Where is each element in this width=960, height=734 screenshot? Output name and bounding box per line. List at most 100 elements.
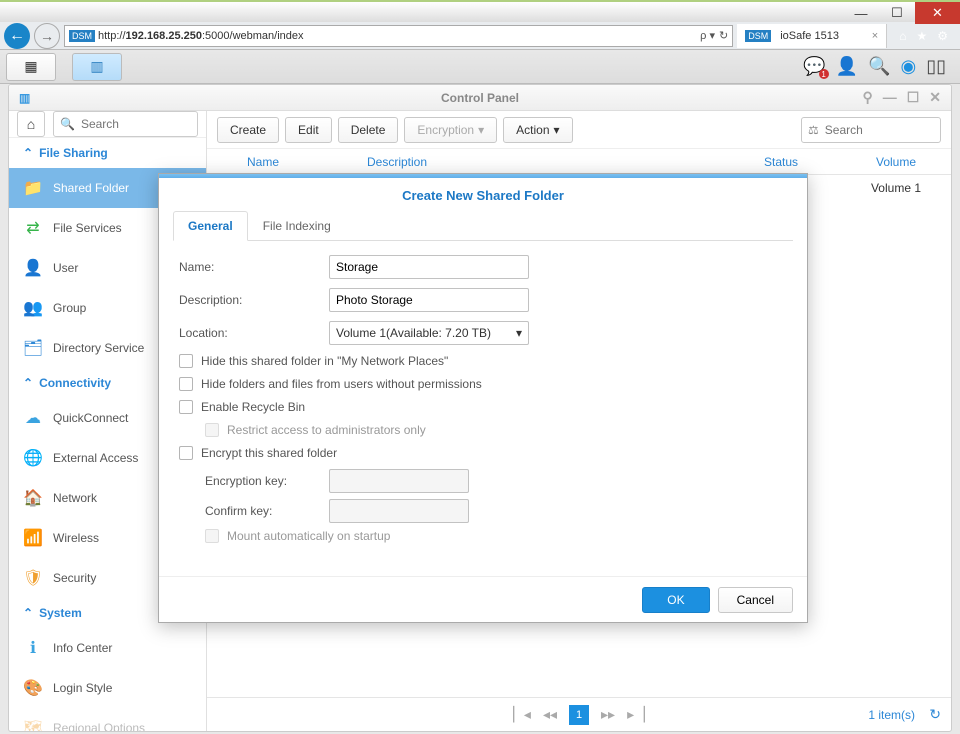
- search-icon: 🔍: [60, 117, 75, 131]
- filter-icon: ⚖: [808, 123, 819, 137]
- modal-footer: OK Cancel: [159, 576, 807, 622]
- recycle-checkbox-row[interactable]: Enable Recycle Bin: [179, 400, 787, 414]
- tools-icon[interactable]: ⚙: [937, 29, 948, 43]
- dsm-window-button[interactable]: ▥: [72, 53, 122, 81]
- pager-current[interactable]: 1: [569, 705, 589, 725]
- description-label: Description:: [179, 293, 329, 307]
- action-button[interactable]: Action ▾: [503, 117, 572, 143]
- delete-button[interactable]: Delete: [338, 117, 399, 143]
- sidebar-item-regional-options[interactable]: 🗺Regional Options: [9, 708, 206, 732]
- ok-button[interactable]: OK: [642, 587, 709, 613]
- col-header-description[interactable]: Description: [367, 155, 711, 169]
- sidebar-group-file-sharing[interactable]: ⌃File Sharing: [9, 138, 206, 168]
- name-label: Name:: [179, 260, 329, 274]
- nav-forward-button[interactable]: →: [34, 23, 60, 49]
- encrypt-checkbox-row[interactable]: Encrypt this shared folder: [179, 446, 787, 460]
- name-input[interactable]: [329, 255, 529, 279]
- sidebar-item-info-center[interactable]: ℹInfo Center: [9, 628, 206, 668]
- pager-count: 1 item(s): [868, 708, 915, 722]
- modal-body: Name: Description: Location: Volume 1(Av…: [159, 241, 807, 576]
- user-icon: 👤: [23, 258, 43, 278]
- site-badge-icon: DSM: [69, 30, 95, 42]
- create-button[interactable]: Create: [217, 117, 279, 143]
- user-icon[interactable]: 👤: [836, 56, 858, 77]
- col-header-volume[interactable]: Volume: [851, 155, 941, 169]
- checkbox[interactable]: [179, 377, 193, 391]
- cp-close-icon[interactable]: ✕: [929, 89, 941, 106]
- description-input[interactable]: [329, 288, 529, 312]
- tab-close-icon[interactable]: ×: [872, 30, 878, 42]
- search-icon[interactable]: 🔍: [868, 56, 890, 77]
- checkbox[interactable]: [179, 446, 193, 460]
- addr-prefix: http://: [98, 30, 126, 42]
- nav-back-button[interactable]: ←: [4, 23, 30, 49]
- location-select[interactable]: Volume 1(Available: 7.20 TB) ▾: [329, 321, 529, 345]
- main-search-input[interactable]: [825, 123, 934, 137]
- messages-icon[interactable]: 💬1: [803, 56, 825, 77]
- table-header: Name Description Status Volume: [207, 149, 951, 175]
- checkbox[interactable]: [179, 354, 193, 368]
- address-bar[interactable]: DSM http://192.168.25.250:5000/webman/in…: [64, 25, 733, 47]
- pager-prev-icon[interactable]: ◂◂: [543, 706, 557, 723]
- tab-title: ioSafe 1513: [780, 30, 839, 42]
- cp-toolbar: Create Edit Delete Encryption ▾ Action ▾…: [207, 111, 951, 149]
- edit-button[interactable]: Edit: [285, 117, 332, 143]
- addr-suffix: :5000/webman/index: [202, 30, 304, 42]
- chevron-down-icon: ▾: [478, 123, 484, 137]
- cancel-button[interactable]: Cancel: [718, 587, 793, 613]
- cp-title: Control Panel: [441, 91, 519, 105]
- search-dropdown-icon[interactable]: ρ ▾: [700, 29, 715, 42]
- pager-next-icon[interactable]: ▸▸: [601, 706, 615, 723]
- widgets-icon[interactable]: ◉: [900, 56, 916, 77]
- chevron-up-icon: ⌃: [23, 606, 33, 620]
- col-header-name[interactable]: Name: [247, 155, 367, 169]
- layout-icon[interactable]: ▯▯: [926, 56, 946, 77]
- cp-minimize-icon[interactable]: ―: [883, 89, 897, 106]
- main-search[interactable]: ⚖: [801, 117, 941, 143]
- favorites-icon[interactable]: ★: [916, 29, 927, 43]
- mount-auto-checkbox-row: Mount automatically on startup: [205, 529, 787, 543]
- pager-refresh-icon[interactable]: ↻: [929, 706, 941, 723]
- cp-maximize-icon[interactable]: ☐: [907, 89, 920, 106]
- checkbox[interactable]: [179, 400, 193, 414]
- info-icon: ℹ: [23, 638, 43, 658]
- create-shared-folder-modal: Create New Shared Folder General File In…: [158, 173, 808, 623]
- tab-file-indexing[interactable]: File Indexing: [248, 211, 346, 241]
- pager: ▏◂ ◂◂ 1 ▸▸ ▸▕ 1 item(s) ↻: [207, 697, 951, 731]
- external-access-icon: 🌐: [23, 448, 43, 468]
- cell-volume: Volume 1: [851, 181, 941, 195]
- col-header-status[interactable]: Status: [711, 155, 851, 169]
- checkbox-disabled: [205, 529, 219, 543]
- location-label: Location:: [179, 326, 329, 340]
- regional-icon: 🗺: [23, 718, 43, 732]
- browser-navbar: ← → DSM http://192.168.25.250:5000/webma…: [0, 22, 960, 50]
- window-close-button[interactable]: ✕: [915, 2, 960, 24]
- hide-network-checkbox-row[interactable]: Hide this shared folder in "My Network P…: [179, 354, 787, 368]
- sidebar-search[interactable]: 🔍: [53, 111, 198, 137]
- sidebar-search-input[interactable]: [81, 117, 191, 131]
- window-titlebar: ― ☐ ✕: [0, 0, 960, 22]
- file-services-icon: ⇄: [23, 218, 43, 238]
- chevron-down-icon: ▾: [516, 326, 522, 340]
- home-icon[interactable]: ⌂: [899, 29, 906, 43]
- encryption-button[interactable]: Encryption ▾: [404, 117, 497, 143]
- hide-perms-checkbox-row[interactable]: Hide folders and files from users withou…: [179, 377, 787, 391]
- apps-grid-button[interactable]: ▦: [6, 53, 56, 81]
- group-icon: 👥: [23, 298, 43, 318]
- cp-home-button[interactable]: ⌂: [17, 111, 45, 137]
- chevron-down-icon: ▾: [554, 123, 560, 137]
- chevron-up-icon: ⌃: [23, 146, 33, 160]
- refresh-icon[interactable]: ↻: [719, 29, 728, 42]
- window-minimize-button[interactable]: ―: [843, 2, 879, 24]
- browser-tab[interactable]: DSM ioSafe 1513 ×: [737, 24, 887, 48]
- pager-first-icon[interactable]: ▏◂: [513, 706, 531, 723]
- pager-last-icon[interactable]: ▸▕: [627, 706, 645, 723]
- sidebar-item-login-style[interactable]: 🎨Login Style: [9, 668, 206, 708]
- addr-ip: 192.168.25.250: [126, 30, 202, 42]
- shared-folder-icon: 📁: [23, 178, 43, 198]
- checkbox-disabled: [205, 423, 219, 437]
- dsm-toolbar: ▦ ▥ 💬1 👤 🔍 ◉ ▯▯: [0, 50, 960, 84]
- tab-general[interactable]: General: [173, 211, 248, 241]
- cp-pin-icon[interactable]: ⚲: [862, 89, 872, 106]
- window-maximize-button[interactable]: ☐: [879, 2, 915, 24]
